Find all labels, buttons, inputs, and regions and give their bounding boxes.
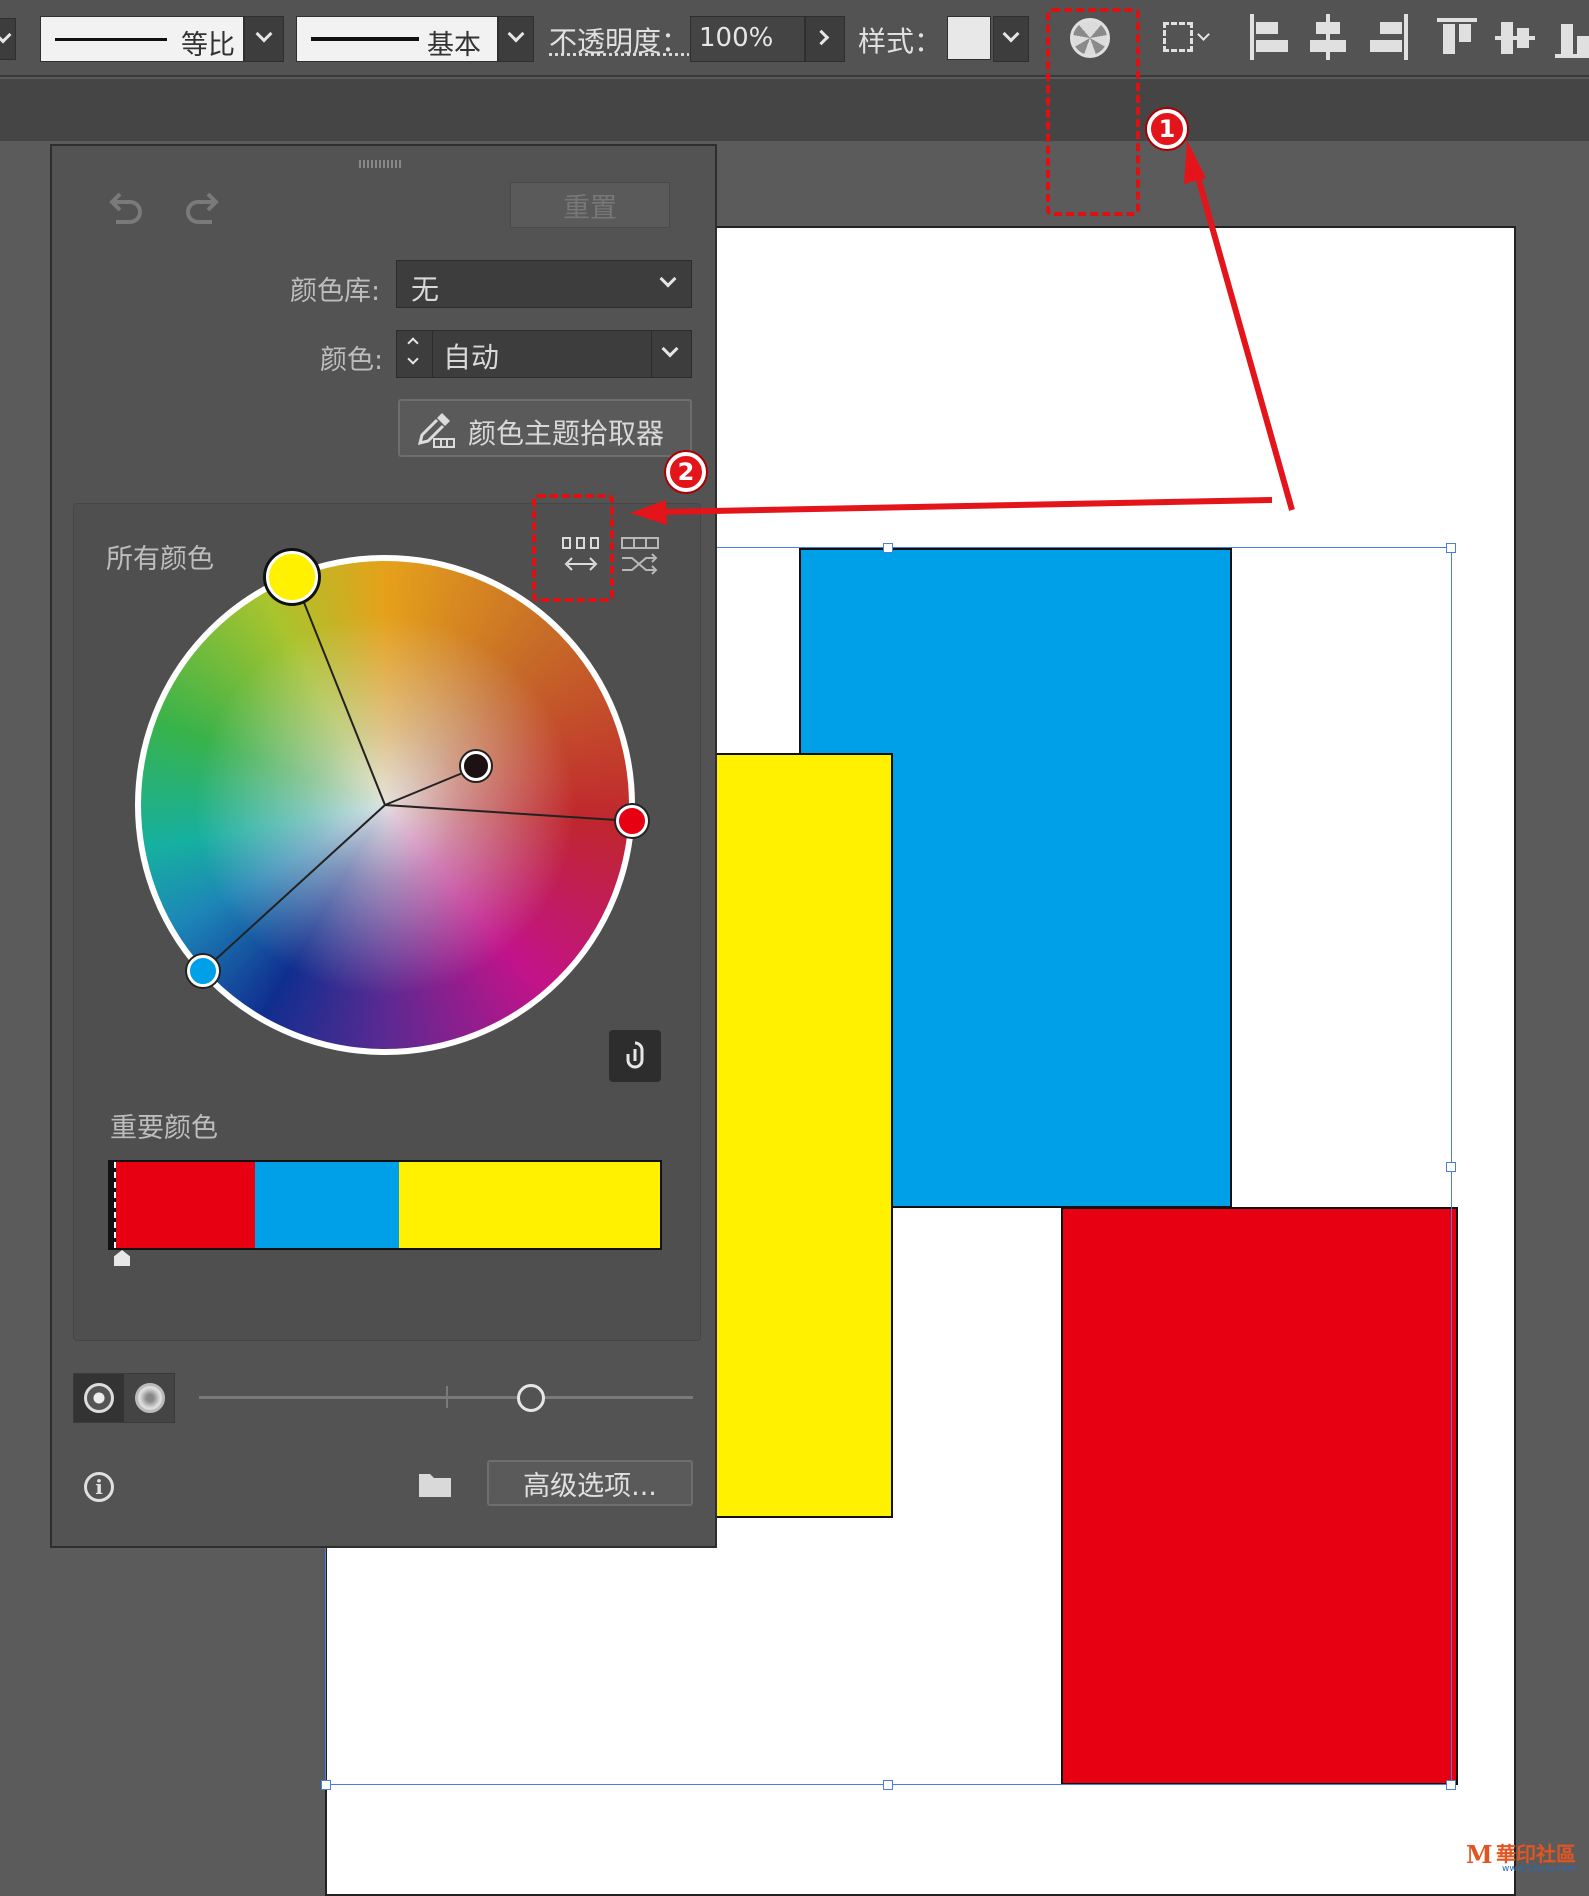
link-unlink-harmony-button[interactable] (609, 1030, 661, 1082)
color-library-dropdown[interactable]: 无 (396, 260, 692, 308)
selection-handle[interactable] (883, 543, 893, 553)
chevron-down-icon (0, 26, 12, 44)
yellow-color-handle[interactable] (266, 551, 318, 603)
redo-icon[interactable] (182, 186, 226, 230)
opacity-slider-button[interactable] (805, 16, 845, 62)
chevron-down-icon[interactable] (1197, 28, 1210, 41)
dark-color-handle[interactable] (461, 751, 491, 781)
brush-dropdown[interactable]: 基本 (296, 16, 498, 62)
dropdown-divider (651, 331, 652, 377)
stroke-profile-dropdown-button[interactable] (244, 16, 284, 62)
red-color-handle[interactable] (616, 805, 648, 837)
selection-handle[interactable] (1446, 543, 1456, 553)
saturation-mode-button[interactable] (125, 1374, 175, 1422)
align-right-icon[interactable] (1368, 14, 1408, 60)
style-label: 样式： (858, 25, 943, 58)
step-2-badge: 2 (666, 452, 706, 492)
selection-handle[interactable] (321, 1780, 331, 1790)
watermark: M 華印社區 www.52cnp.com (1466, 1838, 1589, 1878)
brush-label: 基本 (427, 30, 481, 61)
important-colors-bar[interactable] (108, 1160, 662, 1250)
chevron-down-icon (1002, 25, 1020, 43)
color-theme-picker-label: 颜色主题拾取器 (468, 417, 665, 450)
stroke-profile-label: 等比 (181, 30, 235, 61)
important-colors-label: 重要颜色 (110, 1113, 218, 1144)
align-center-icon[interactable] (1308, 14, 1348, 60)
watermark-logo-icon: M (1466, 1840, 1493, 1869)
document-tab-bar (0, 79, 1589, 141)
colors-stepper[interactable] (397, 331, 433, 377)
align-left-icon[interactable] (1250, 14, 1290, 60)
selection-handle[interactable] (1446, 1780, 1456, 1790)
chevron-down-icon (507, 25, 525, 43)
brightness-slider-thumb[interactable] (517, 1384, 545, 1412)
link-icon (626, 1041, 644, 1069)
brightness-slider-midpoint (446, 1386, 448, 1408)
opacity-label[interactable]: 不透明度： (549, 20, 689, 60)
stroke-line-preview (55, 38, 167, 41)
opacity-value: 100% (699, 23, 774, 53)
style-swatch[interactable] (947, 16, 991, 60)
chevron-down-icon (661, 340, 679, 358)
align-bottom-icon[interactable] (1555, 18, 1589, 58)
align-middle-icon[interactable] (1495, 18, 1535, 58)
brightness-mode-button[interactable] (74, 1374, 124, 1422)
color-theme-picker-button[interactable]: 颜色主题拾取器 (398, 399, 692, 457)
selection-handle[interactable] (883, 1780, 893, 1790)
stroke-profile-dropdown[interactable]: 等比 (40, 16, 244, 62)
info-icon[interactable]: i (84, 1472, 114, 1502)
opacity-input[interactable]: 100% (690, 16, 805, 62)
color-library-value: 无 (411, 273, 440, 306)
control-bar: 等比 基本 不透明度： 100% 样式： (0, 0, 1589, 77)
wheel-mode-toggle (73, 1373, 175, 1423)
recolor-artwork-panel: 重置 颜色库: 无 颜色: 自动 颜色主题拾取器 所有颜色 重要颜色 i 高级选… (50, 144, 717, 1548)
chevron-up-icon[interactable] (407, 337, 419, 349)
style-dropdown-button[interactable] (993, 16, 1029, 62)
important-color-segment-2[interactable] (399, 1162, 661, 1248)
watermark-url: www.52cnp.com (1502, 1864, 1577, 1874)
blue-color-handle[interactable] (187, 955, 219, 987)
important-color-segment-0[interactable] (116, 1162, 255, 1248)
selection-handle[interactable] (1446, 1162, 1456, 1172)
chevron-right-icon (813, 29, 830, 46)
step-1-badge: 1 (1147, 109, 1187, 149)
selection-bounds-icon[interactable] (1163, 22, 1193, 52)
colors-label: 颜色: (320, 345, 384, 376)
brightness-wheel-icon (84, 1383, 114, 1413)
eyedropper-icon (417, 413, 455, 448)
advanced-options-button[interactable]: 高级选项... (487, 1460, 693, 1506)
align-top-icon[interactable] (1437, 18, 1477, 58)
highlight-recolor-button (1046, 8, 1140, 216)
important-color-segment-1[interactable] (254, 1162, 400, 1248)
brush-dropdown-button[interactable] (498, 16, 534, 62)
colors-dropdown[interactable]: 自动 (396, 330, 692, 378)
highlight-harmony-button (532, 494, 614, 602)
undo-icon[interactable] (102, 186, 146, 230)
saturation-wheel-icon (135, 1383, 165, 1413)
reset-button[interactable]: 重置 (510, 182, 670, 228)
watermark-text: 華印社區 (1496, 1842, 1576, 1866)
chevron-down-icon (659, 270, 677, 288)
chevron-down-icon[interactable] (407, 353, 419, 365)
folder-icon[interactable] (418, 1470, 452, 1498)
color-library-label: 颜色库: (290, 276, 381, 307)
brush-line-preview (311, 37, 419, 41)
chevron-down-icon (255, 25, 273, 43)
previous-dropdown-button[interactable] (0, 18, 16, 60)
panel-grip[interactable] (359, 160, 403, 168)
colors-value: 自动 (443, 341, 500, 374)
